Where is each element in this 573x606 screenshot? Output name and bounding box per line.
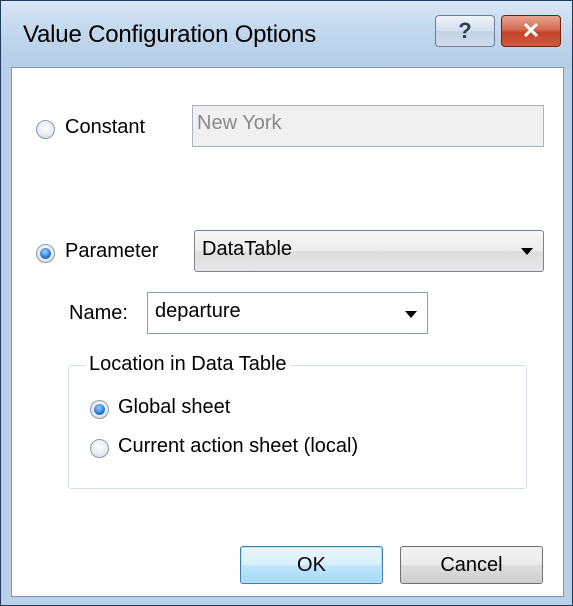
name-label: Name: [69, 302, 128, 324]
constant-label[interactable]: Constant [65, 116, 145, 139]
ok-button-label: OK [297, 553, 326, 576]
global-sheet-label[interactable]: Global sheet [118, 396, 230, 419]
name-dropdown[interactable]: departure [147, 292, 428, 334]
help-icon: ? [458, 18, 472, 43]
help-button[interactable]: ? [435, 15, 495, 47]
window-title: Value Configuration Options [23, 21, 317, 48]
cancel-button[interactable]: Cancel [400, 546, 543, 584]
close-icon: ✕ [521, 18, 541, 43]
local-sheet-radio[interactable] [90, 439, 109, 458]
chevron-down-icon [521, 248, 533, 255]
ok-button[interactable]: OK [240, 546, 383, 584]
title-bar[interactable]: Value Configuration Options ? ✕ [1, 1, 572, 69]
parameter-radio[interactable] [36, 244, 55, 263]
close-button[interactable]: ✕ [501, 15, 561, 47]
global-sheet-radio[interactable] [90, 400, 109, 419]
location-group-title: Location in Data Table [85, 353, 291, 376]
dialog-body: Constant New York Parameter DataTable Na… [11, 67, 564, 597]
chevron-down-icon [405, 311, 417, 318]
parameter-label[interactable]: Parameter [65, 240, 158, 263]
constant-value-field: New York [192, 105, 544, 147]
parameter-type-value: DataTable [202, 238, 293, 260]
location-groupbox: Location in Data Table [68, 353, 527, 489]
cancel-button-label: Cancel [440, 553, 503, 576]
dialog-window: Value Configuration Options ? ✕ Constant… [0, 0, 573, 606]
constant-radio[interactable] [36, 120, 55, 139]
constant-value-text: New York [197, 112, 282, 134]
local-sheet-label[interactable]: Current action sheet (local) [118, 435, 358, 458]
parameter-type-dropdown[interactable]: DataTable [194, 230, 544, 272]
name-value: departure [155, 300, 241, 322]
